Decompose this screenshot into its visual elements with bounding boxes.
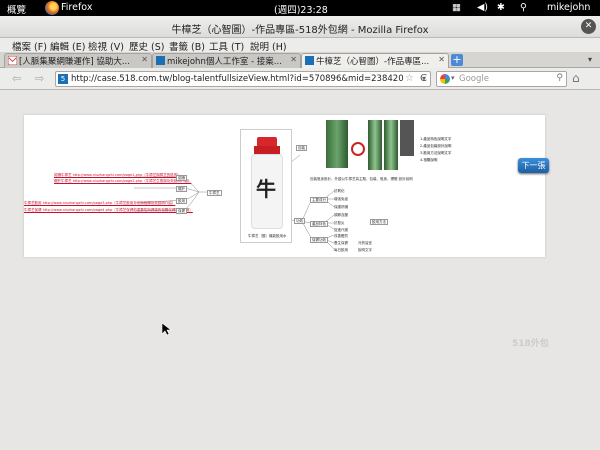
home-icon[interactable]: ⌂ [572, 71, 586, 85]
leaf-node: 促進代謝 [334, 228, 348, 232]
branch-node: 認識 [176, 175, 187, 181]
leaf-node: 抗發炎 [334, 221, 345, 225]
menu-view[interactable]: 檢視 (V) [88, 39, 124, 53]
leaf-node: 每日飲用 [334, 248, 348, 252]
tab-3[interactable]: 牛樟芝（心智圖）-作品專區... ✕ [301, 53, 449, 68]
package-node: 包裝 [296, 145, 307, 151]
tab-bar: [人脈集聚網賺運作] 協助大... ✕ mikejohn個人工作室 - 接案..… [0, 52, 600, 68]
branch-node: 關於 [176, 186, 187, 192]
group-node: 保健功效 [310, 237, 328, 243]
gmail-icon [8, 56, 17, 65]
new-tab-button[interactable]: + [451, 54, 463, 66]
system-top-bar: 概覽 Firefox (週四)23:28 ▦ ◀) ✱ ⚲ mikejohn [0, 0, 600, 16]
search-box[interactable]: ▾ Google ⚲ [436, 71, 567, 87]
site-identity-icon[interactable]: 5 [58, 74, 68, 84]
bottle-body: 牛 [251, 154, 283, 229]
left-link-3: 牛樟芝飲用 http://www.niuzhangzhi.com/page3.p… [24, 201, 176, 205]
tab-1[interactable]: [人脈集聚網賺運作] 協助大... ✕ [4, 53, 152, 68]
close-icon[interactable]: ✕ [581, 19, 596, 34]
menu-help[interactable]: 說明 (H) [250, 39, 287, 53]
bottle-photo [326, 120, 348, 168]
arrow-cycle-icon [351, 142, 365, 156]
product-photo: 牛 牛樟芝（酸）機能飲用水 [240, 129, 292, 243]
bottle-logo: 牛 [256, 177, 276, 201]
accessibility-icon[interactable]: ⚲ [520, 2, 527, 13]
tab-label: mikejohn個人工作室 - 接案... [167, 57, 282, 67]
network-icon[interactable]: ▦ [452, 2, 461, 13]
close-icon[interactable]: ✕ [438, 55, 445, 64]
volume-icon[interactable]: ◀) [477, 2, 488, 13]
left-link-2: 關於牛樟芝 http://www.niuzhangzhi.com/page2.p… [54, 179, 192, 183]
url-text[interactable]: http://case.518.com.tw/blog-talentfullsi… [71, 74, 404, 84]
google-icon[interactable] [440, 74, 450, 84]
menu-edit[interactable]: 編輯 (E) [50, 39, 85, 53]
menu-history[interactable]: 歷史 (S) [129, 39, 164, 53]
packaging-photos [324, 118, 416, 172]
site-icon [156, 56, 165, 65]
leaf-node: 保護肝臟 [334, 205, 348, 209]
leaf-node: 抗氧化 [334, 189, 345, 193]
branch-node: 飲用 [176, 198, 187, 204]
photo-caption: 包裝瓶身設計，外觀以牛樟芝為主題，包裝、瓶身、標籤 設計說明 [310, 177, 413, 181]
next-image-button[interactable]: 下一張 [518, 158, 549, 173]
mouse-cursor-icon [162, 323, 171, 336]
menu-bar: 檔案 (F) 編輯 (E) 檢視 (V) 歷史 (S) 書籤 (B) 工具 (T… [0, 38, 600, 53]
window-title: 牛樟芝（心智圖）-作品專區-518外包網 - Mozilla Firefox [171, 25, 429, 36]
note-line: 4.相關說明 [420, 158, 438, 162]
tab-list-icon[interactable]: ▾ [588, 55, 596, 64]
menu-tools[interactable]: 工具 (T) [209, 39, 244, 53]
window-titlebar: 牛樟芝（心智圖）-作品專區-518外包網 - Mozilla Firefox ✕ [0, 16, 600, 38]
center-node: 牛樟芝 [207, 190, 222, 196]
back-icon[interactable]: ⇦ [12, 72, 21, 85]
bottle-photo [400, 120, 414, 156]
product-caption: 牛樟芝（酸）機能飲用水 [248, 234, 287, 238]
user-menu[interactable]: mikejohn [547, 2, 590, 13]
clock[interactable]: (週四)23:28 [274, 2, 328, 16]
app-menu[interactable]: Firefox [61, 2, 92, 13]
search-input[interactable]: Google [459, 74, 489, 84]
group-node: 產品特色 [310, 221, 328, 227]
firefox-logo-icon [45, 1, 59, 15]
navigation-toolbar: ⇦ ⇨ 5 http://case.518.com.tw/blog-talent… [0, 68, 600, 90]
note-line: 2.產品包裝設計說明 [420, 144, 452, 148]
close-icon[interactable]: ✕ [290, 55, 297, 64]
reload-icon[interactable]: C [420, 73, 427, 84]
tab-2[interactable]: mikejohn個人工作室 - 接案... ✕ [152, 53, 301, 68]
activities-button[interactable]: 概覽 [7, 2, 26, 16]
menu-bookmarks[interactable]: 書籤 (B) [169, 39, 205, 53]
leaf-node: 養生保健 [334, 241, 348, 245]
group-node: 主要成分 [310, 197, 328, 203]
close-icon[interactable]: ✕ [141, 55, 148, 64]
note-line: 3.飲用方法說明文字 [420, 151, 452, 155]
bottle-photo [384, 120, 398, 170]
leaf-node: 增強免疫 [334, 197, 348, 201]
bluetooth-icon[interactable]: ✱ [497, 2, 505, 13]
watermark: 518外包 [512, 339, 549, 349]
forward-icon[interactable]: ⇨ [35, 72, 44, 85]
branch-node: 保健 [176, 208, 187, 214]
mindmap-image: 牛 牛樟芝（酸）機能飲用水 牛樟芝 認識牛樟芝 http://www.niuzh… [24, 115, 545, 257]
search-icon[interactable]: ⚲ [556, 73, 563, 83]
note-block: 1.產品特色說明文字 2.產品包裝設計說明 3.飲用方法說明文字 4.相關說明 [420, 137, 488, 169]
left-link-4: 牛樟芝保健 http://www.niuzhangzhi.com/page4.p… [24, 208, 193, 212]
url-bar[interactable]: 5 http://case.518.com.tw/blog-talentfull… [55, 71, 431, 87]
leaf-node: 改善體質 [334, 234, 348, 238]
chevron-down-icon[interactable]: ▾ [451, 74, 455, 82]
bottle-photo [368, 120, 382, 170]
note-line: 1.產品特色說明文字 [420, 137, 452, 141]
menu-file[interactable]: 檔案 (F) [12, 39, 47, 53]
left-link-1: 認識牛樟芝 http://www.niuzhangzhi.com/page1.p… [54, 173, 181, 177]
effect-node: 功效 [294, 218, 305, 224]
group-node: 飲用方法 [370, 219, 388, 225]
site-icon [305, 56, 314, 65]
leaf-node: 冷熱皆宜 [358, 241, 372, 245]
tab-label: [人脈集聚網賺運作] 協助大... [19, 57, 130, 67]
tab-label: 牛樟芝（心智圖）-作品專區... [316, 57, 430, 67]
bottle-neck [254, 146, 280, 154]
bookmark-star-icon[interactable]: ☆ [405, 73, 414, 84]
leaf-node: 調節血壓 [334, 213, 348, 217]
leaf-node: 說明文字 [358, 248, 372, 252]
